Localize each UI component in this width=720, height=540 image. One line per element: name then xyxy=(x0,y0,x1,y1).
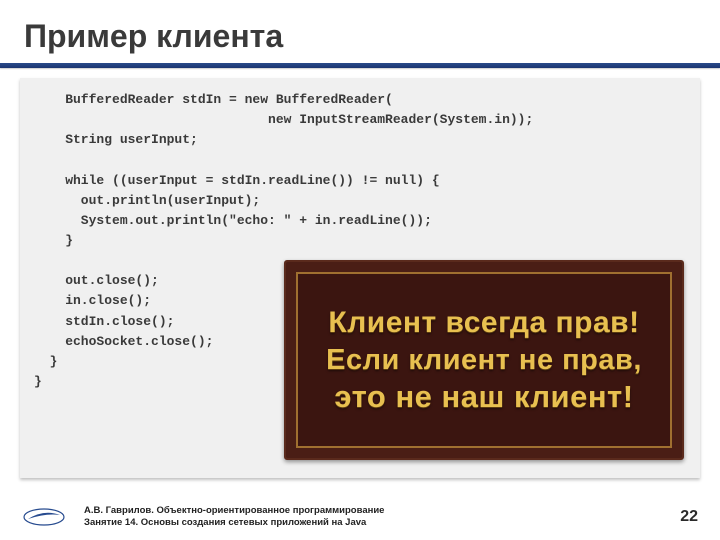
logo-icon xyxy=(22,507,66,527)
page-number: 22 xyxy=(680,508,698,526)
code-block: BufferedReader stdIn = new BufferedReade… xyxy=(20,78,700,478)
title-rule xyxy=(0,63,720,68)
footer-line-1: А.В. Гаврилов. Объектно-ориентированное … xyxy=(84,505,384,517)
embedded-sign-image: Клиент всегда прав! Если клиент не прав,… xyxy=(284,260,684,460)
footer-text: А.В. Гаврилов. Объектно-ориентированное … xyxy=(84,505,384,529)
footer-line-2: Занятие 14. Основы создания сетевых прил… xyxy=(84,517,384,529)
sign-line-1: Клиент всегда прав! xyxy=(328,306,639,339)
sign-line-2: Если клиент не прав, xyxy=(326,345,642,377)
sign-line-3: это не наш клиент! xyxy=(334,380,633,414)
footer: А.В. Гаврилов. Объектно-ориентированное … xyxy=(0,498,720,540)
slide-title: Пример клиента xyxy=(0,0,720,63)
